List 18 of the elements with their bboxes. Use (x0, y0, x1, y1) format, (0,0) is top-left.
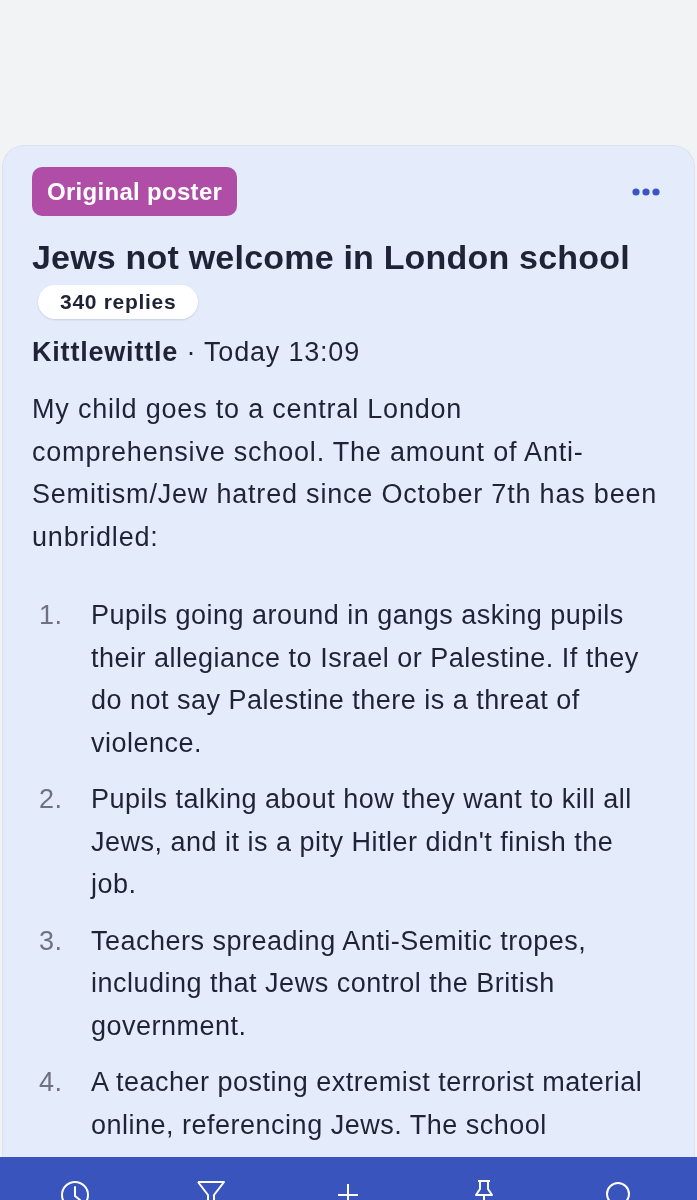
list-item-text: Teachers spreading Anti-Semitic tropes, including that Jews control the British government. (91, 924, 588, 1043)
post-time: Today 13:09 (204, 337, 360, 367)
post-body-text: My child goes to a central London comprehensive school. The amount of Anti-Semitism/Jew hatred since October 7th has been unbridled: (32, 393, 659, 554)
list-item-text: Pupils talking about how they want to kill all Jews, and it is a pity Hitler didn't finish the job. (91, 783, 633, 901)
reply-count: 340 replies (38, 285, 199, 319)
more-options-icon[interactable] (632, 187, 660, 196)
clock-icon[interactable] (60, 1180, 90, 1200)
separator-dot: · (186, 337, 197, 367)
author-name[interactable]: Kittlewittle (32, 337, 179, 367)
list-number: 3. (38, 925, 63, 956)
list-item-text: Pupils going around in gangs asking pupils their allegiance to Israel or Palestine. If they do not say Palestine there is a threat of violence. (91, 599, 640, 760)
original-poster-badge: Original poster (32, 167, 238, 216)
filter-icon[interactable] (196, 1180, 227, 1200)
list-number: 2. (38, 784, 63, 814)
post-title: Jews not welcome in London school (32, 237, 631, 277)
list-item-text: A teacher posting extremist terrorist material online, referencing Jews. The school (91, 1066, 644, 1142)
list-number: 1. (38, 600, 63, 630)
list-number: 4. (38, 1067, 63, 1097)
